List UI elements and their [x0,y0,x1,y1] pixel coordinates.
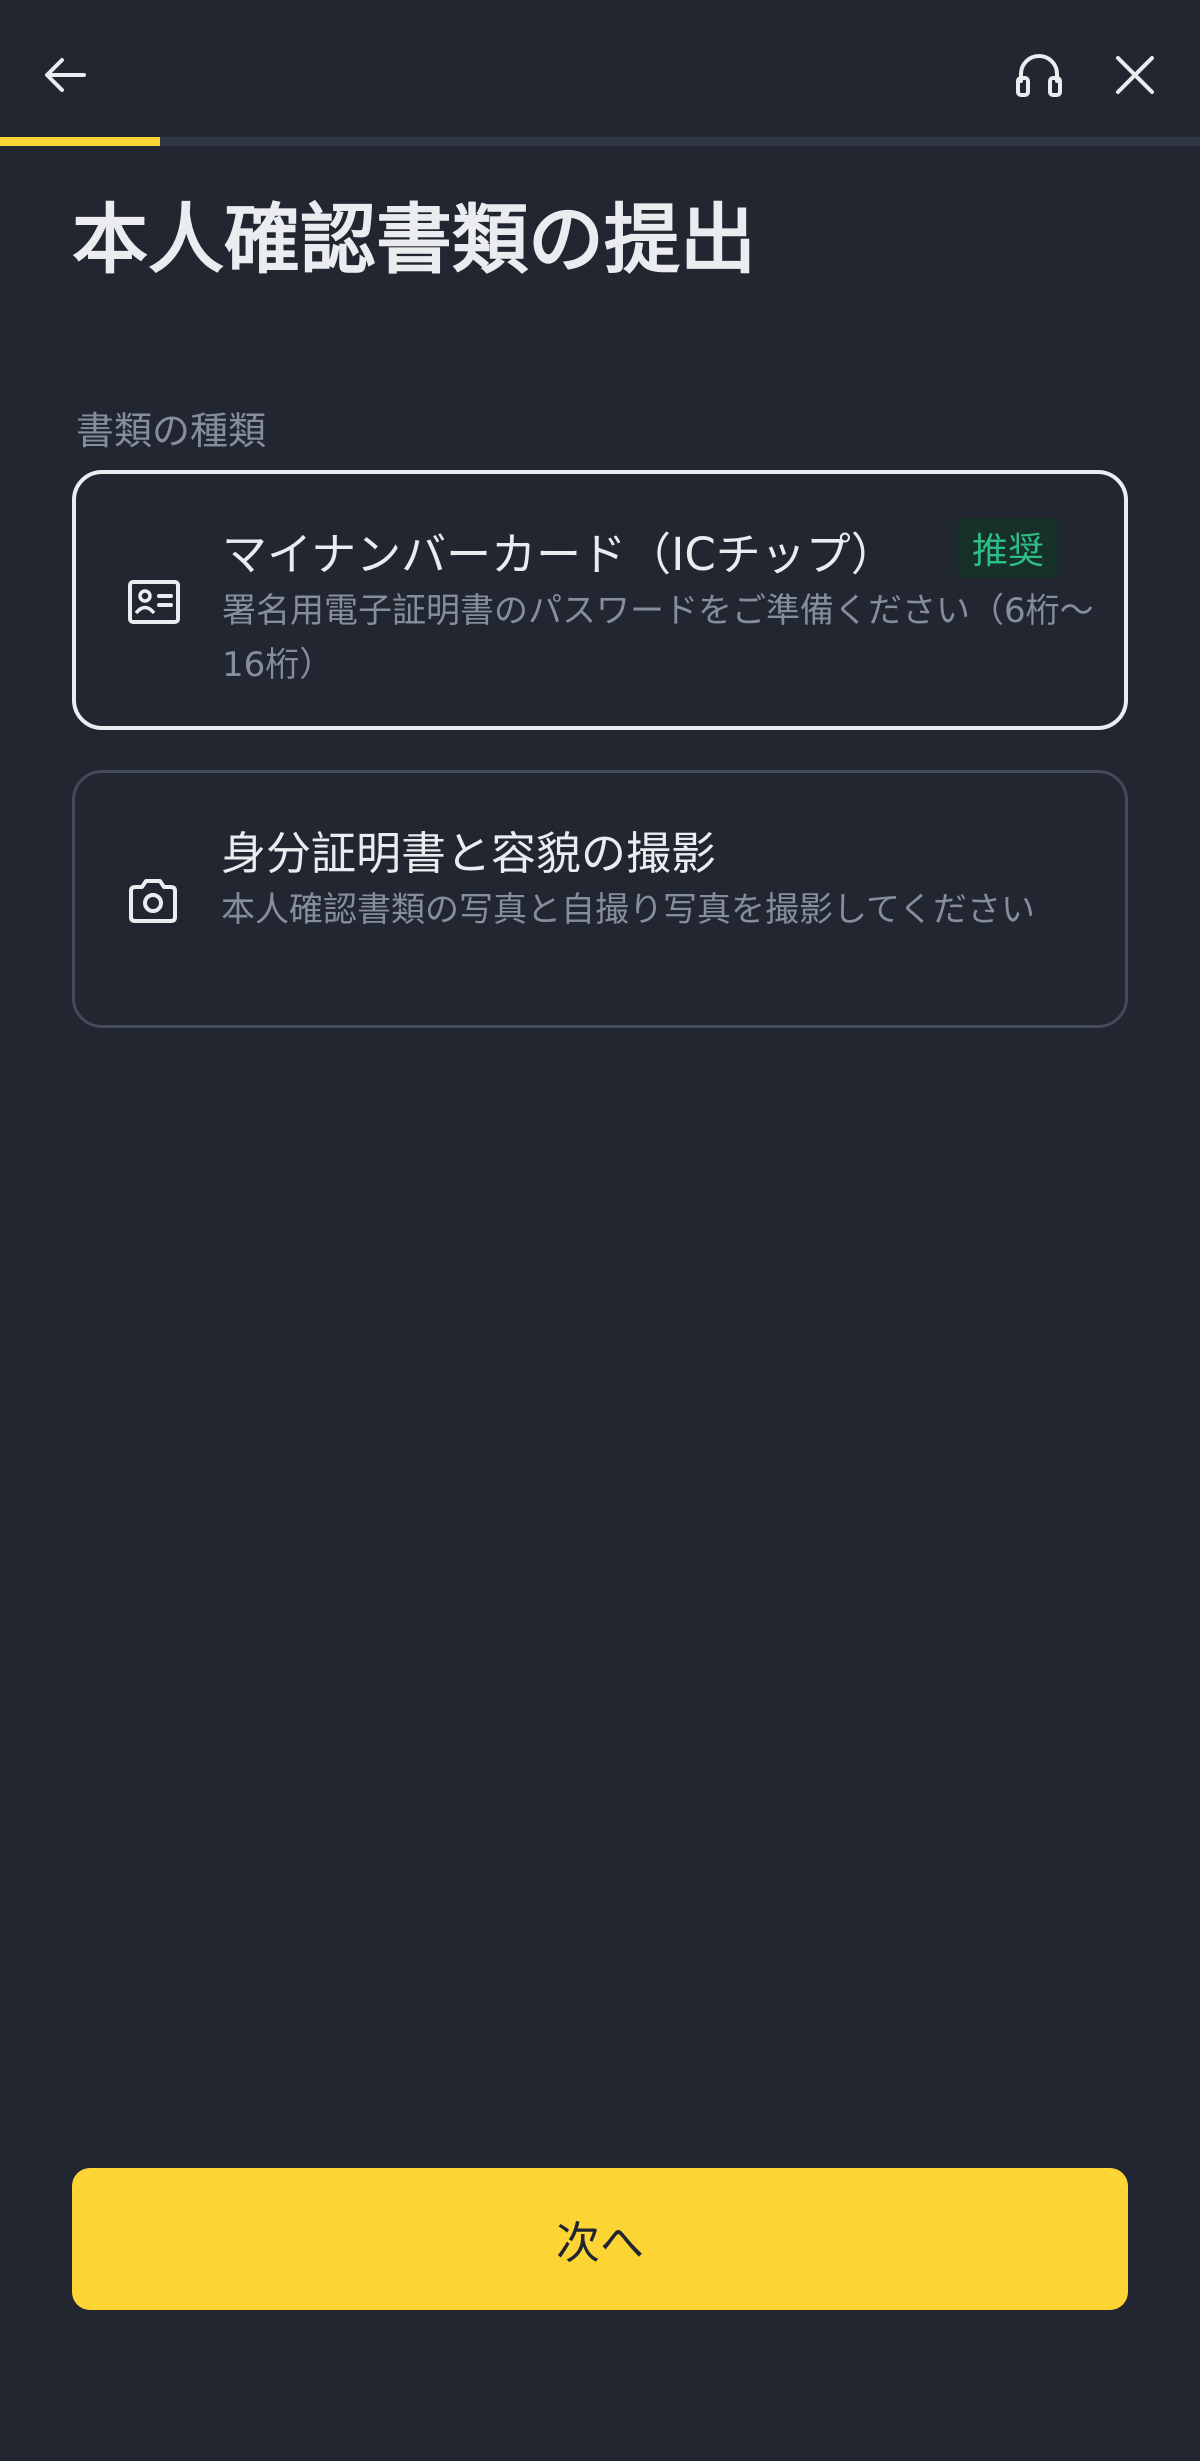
close-icon [1116,56,1154,94]
option-my-number-card[interactable]: マイナンバーカード（ICチップ） 推奨 署名用電子証明書のパスワードをご準備くだ… [72,470,1128,730]
option-description: 署名用電子証明書のパスワードをご準備ください（6桁〜16桁） [222,591,1094,685]
back-button[interactable] [30,40,100,110]
progress-fill [0,137,160,146]
option-description: 本人確認書類の写真と自撮り写真を撮影してください [221,890,1035,930]
identity-document-screen: 本人確認書類の提出 書類の種類 マイナンバーカード（ICチップ） 推奨 署名用電… [0,0,1200,2461]
option-title: マイナンバーカード（ICチップ） [222,528,896,581]
arrow-left-icon [45,58,86,92]
camera-icon [129,879,177,923]
document-type-label: 書類の種類 [76,409,267,453]
page-title: 本人確認書類の提出 [72,195,756,284]
close-button[interactable] [1100,40,1170,110]
id-card-icon [128,580,180,624]
next-button[interactable]: 次へ [72,2168,1128,2310]
progress-bar [0,137,1200,146]
support-button[interactable] [1004,40,1074,110]
option-id-photo-selfie[interactable]: 身分証明書と容貌の撮影 本人確認書類の写真と自撮り写真を撮影してください [72,770,1128,1028]
recommended-badge: 推奨 [958,518,1059,578]
headset-icon [1016,54,1062,97]
top-bar [0,0,1200,140]
option-title: 身分証明書と容貌の撮影 [221,827,717,880]
